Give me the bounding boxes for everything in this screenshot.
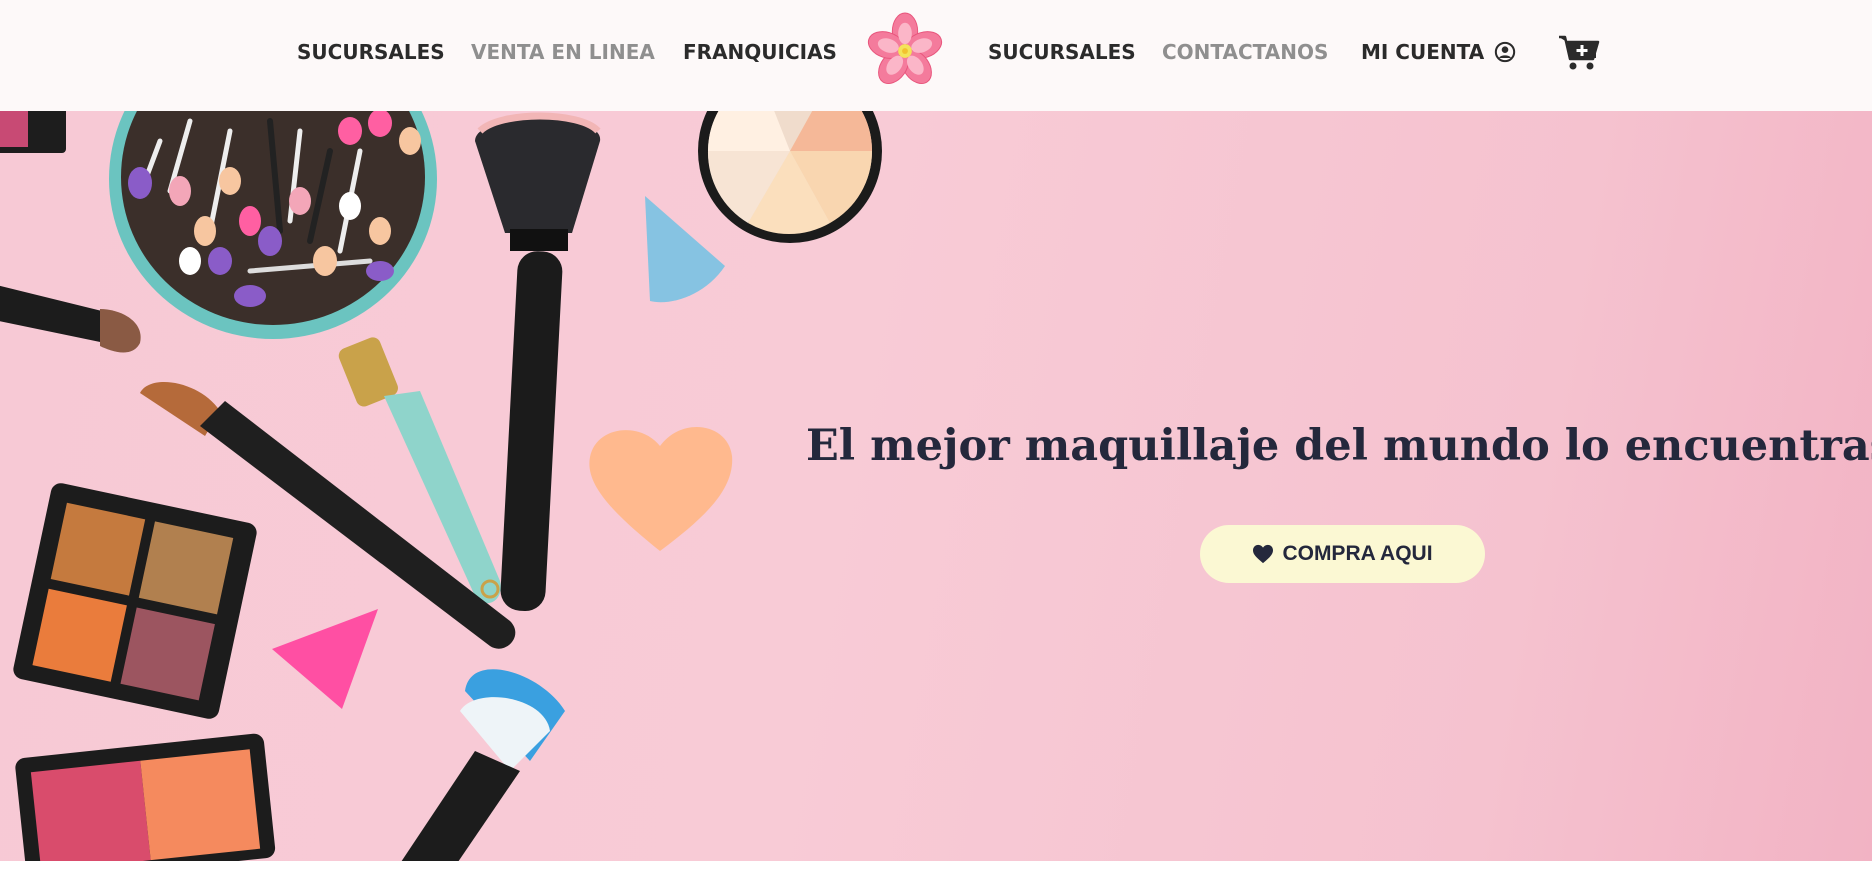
hero-headline: El mejor maquillaje del mundo lo encuent… <box>806 421 1872 471</box>
pink-sponge <box>272 609 378 709</box>
user-circle-icon <box>1495 41 1516 63</box>
hero-banner: El mejor maquillaje del mundo lo encuent… <box>0 111 1872 861</box>
small-brush-left <box>0 285 141 353</box>
makeup-products-image <box>0 111 882 861</box>
sakura-flower-icon[interactable] <box>866 12 944 90</box>
eyeshadow-palette <box>13 483 257 719</box>
heart-icon <box>1253 544 1274 564</box>
nav-link-sucursales-2[interactable]: SUCURSALES <box>988 40 1136 64</box>
powder-brush <box>475 112 601 612</box>
heart-sponge <box>589 426 733 551</box>
blue-fluffy-brush <box>401 669 565 861</box>
mi-cuenta-label: MI CUENTA <box>1361 40 1485 64</box>
compra-aqui-button[interactable]: COMPRA AQUI <box>1200 525 1485 583</box>
concealer-palette <box>698 111 882 243</box>
nav-link-mi-cuenta[interactable]: MI CUENTA <box>1361 40 1516 64</box>
top-navbar: SUCURSALES VENTA EN LINEA FRANQUICIAS SU… <box>0 0 1872 111</box>
cart-plus-icon[interactable] <box>1558 34 1600 72</box>
nav-link-contactanos[interactable]: CONTACTANOS <box>1162 40 1328 64</box>
nav-link-sucursales[interactable]: SUCURSALES <box>297 40 445 64</box>
nav-link-franquicias[interactable]: FRANQUICIAS <box>683 40 837 64</box>
cta-label: COMPRA AQUI <box>1282 542 1433 565</box>
nav-link-venta-en-linea[interactable]: VENTA EN LINEA <box>471 40 655 64</box>
blush-palette <box>15 733 276 861</box>
blue-sponge <box>645 196 725 303</box>
